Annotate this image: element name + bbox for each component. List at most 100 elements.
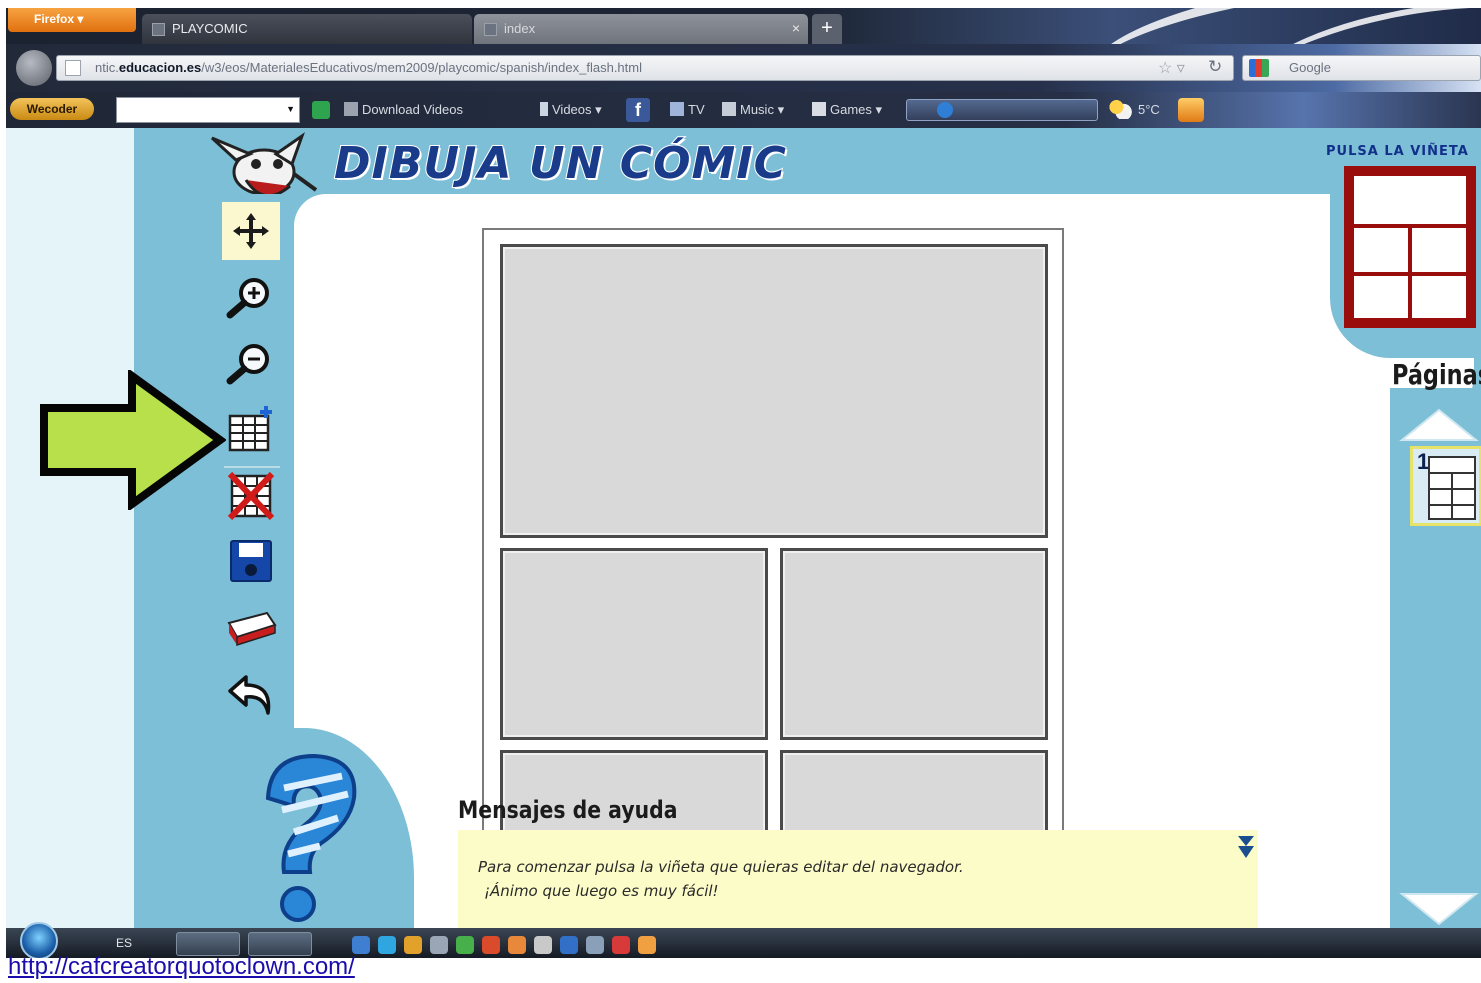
layout-cell[interactable] <box>1408 224 1470 276</box>
tab-favicon-icon <box>484 23 497 36</box>
music-menu[interactable]: Music ▾ <box>722 102 784 118</box>
toolbar-logo-button[interactable]: Wecoder <box>10 98 94 120</box>
tab-title: index <box>504 21 536 36</box>
move-tool-button[interactable] <box>222 202 280 260</box>
collapse-arrow-icon[interactable] <box>1234 834 1258 862</box>
comic-page <box>482 228 1064 890</box>
tray-app-icon[interactable] <box>560 936 578 954</box>
weather-icon[interactable] <box>1108 99 1132 119</box>
browser-tab-bar: Firefox ▾ PLAYCOMIC index × + <box>6 8 1481 137</box>
reload-icon[interactable]: ↻ <box>1208 57 1222 77</box>
back-button[interactable] <box>16 50 52 86</box>
videos-label: Videos <box>552 102 592 117</box>
layout-cell[interactable] <box>1350 224 1412 276</box>
browser-nav-bar: ntic.educacion.es/w3/eos/MaterialesEduca… <box>6 44 1481 92</box>
comic-panel[interactable] <box>780 548 1048 740</box>
delete-panel-tool-button[interactable] <box>222 466 280 524</box>
tray-app-icon[interactable] <box>430 936 448 954</box>
help-title: Mensajes de ayuda <box>458 796 678 824</box>
chevron-down-icon[interactable]: ▼ <box>286 104 295 114</box>
page-thumbnail-grid <box>1428 456 1476 520</box>
undo-arrow-icon <box>228 675 271 715</box>
help-message-box: Para comenzar pulsa la viñeta que quiera… <box>458 830 1258 928</box>
tray-app-icon[interactable] <box>378 936 396 954</box>
download-videos-label: Download Videos <box>362 102 463 117</box>
music-label: Music <box>740 102 774 117</box>
tv-label: TV <box>688 102 705 117</box>
comic-panel[interactable] <box>500 244 1048 538</box>
search-box[interactable]: Google <box>1242 55 1481 81</box>
layout-cell[interactable] <box>1408 272 1470 322</box>
comic-panel[interactable] <box>500 548 768 740</box>
tray-app-icon[interactable] <box>352 936 370 954</box>
tab-close-icon[interactable]: × <box>792 20 800 36</box>
tab-index[interactable]: index × <box>474 14 808 44</box>
tab-favicon-icon <box>152 23 165 36</box>
page-thumbnail[interactable]: 1 <box>1410 446 1481 526</box>
language-indicator[interactable]: ES <box>116 936 132 950</box>
panel-layout-chooser[interactable] <box>1344 166 1476 328</box>
zoom-in-tool-button[interactable] <box>222 268 280 326</box>
addon-toolbar: Wecoder ▼ Download Videos Videos ▾ f TV … <box>6 92 1481 128</box>
bookmark-star-icon[interactable]: ☆ ▿ <box>1158 58 1185 78</box>
tray-app-icon[interactable] <box>534 936 552 954</box>
videos-menu[interactable]: Videos ▾ <box>540 102 602 118</box>
games-menu[interactable]: Games ▾ <box>812 102 882 118</box>
new-tab-button[interactable]: + <box>812 14 842 44</box>
help-message-line: Para comenzar pulsa la viñeta que quiera… <box>478 858 964 876</box>
toolbar-go-icon[interactable] <box>312 101 330 119</box>
zoom-out-icon <box>226 344 269 385</box>
toolbar-search-input[interactable]: ▼ <box>116 97 300 123</box>
move-arrows-icon <box>233 213 269 249</box>
games-icon <box>812 102 826 116</box>
url-domain: educacion.es <box>118 60 202 75</box>
zoom-in-icon <box>226 278 269 319</box>
tray-app-icon[interactable] <box>586 936 604 954</box>
tray-app-icon[interactable] <box>456 936 474 954</box>
add-panel-tool-button[interactable] <box>222 400 280 458</box>
firefox-menu-button[interactable]: Firefox ▾ <box>8 8 136 32</box>
save-tool-button[interactable] <box>222 532 280 590</box>
tray-app-icon[interactable] <box>404 936 422 954</box>
video-icon <box>540 102 548 116</box>
print-tool-button[interactable] <box>222 598 280 656</box>
tray-app-icon[interactable] <box>482 936 500 954</box>
music-icon <box>722 102 736 116</box>
tv-button[interactable]: TV <box>670 102 705 117</box>
url-prefix: ntic. <box>95 60 119 75</box>
tab-playcomic[interactable]: PLAYCOMIC <box>142 14 472 44</box>
games-label: Games <box>830 102 872 117</box>
add-grid-icon <box>228 406 272 452</box>
download-icon <box>344 102 358 116</box>
facebook-icon[interactable]: f <box>626 98 650 122</box>
green-pointer-arrow-icon <box>40 370 226 510</box>
screenshot-frame: Firefox ▾ PLAYCOMIC index × + ntic.educa… <box>6 8 1481 958</box>
help-question-icon[interactable] <box>250 748 370 928</box>
web-page: DIBUJA UN CÓMIC Mensajes de ayuda Para c… <box>6 128 1481 928</box>
pages-scroll-up-icon[interactable] <box>1394 406 1481 444</box>
zoom-out-tool-button[interactable] <box>222 334 280 392</box>
toolbar-extension-icon[interactable] <box>1178 98 1204 122</box>
pages-label: Páginas <box>1392 358 1481 391</box>
address-bar[interactable]: ntic.educacion.es/w3/eos/MaterialesEduca… <box>56 55 1234 81</box>
source-link[interactable]: http://cafcreatorquotoclown.com/ <box>8 954 355 980</box>
tray-app-icon[interactable] <box>612 936 630 954</box>
tv-icon <box>670 102 684 116</box>
printer-icon <box>227 611 277 647</box>
layout-cell[interactable] <box>1350 272 1412 322</box>
undo-tool-button[interactable] <box>222 666 280 724</box>
playcomic-stage: DIBUJA UN CÓMIC Mensajes de ayuda Para c… <box>134 128 1481 928</box>
media-player-widget[interactable] <box>906 99 1098 121</box>
play-icon[interactable] <box>937 102 953 118</box>
layout-cell[interactable] <box>1350 172 1470 228</box>
pages-scroll-down-icon[interactable] <box>1394 888 1481 928</box>
tab-title: PLAYCOMIC <box>172 21 248 36</box>
floppy-disk-icon <box>230 540 272 582</box>
site-identity-icon <box>65 60 81 76</box>
delete-grid-icon <box>227 471 275 520</box>
google-engine-icon[interactable] <box>1249 59 1269 77</box>
tray-app-icon[interactable] <box>638 936 656 954</box>
download-videos-button[interactable]: Download Videos <box>344 102 463 117</box>
temperature-readout: 5°C <box>1138 102 1160 117</box>
tray-app-icon[interactable] <box>508 936 526 954</box>
